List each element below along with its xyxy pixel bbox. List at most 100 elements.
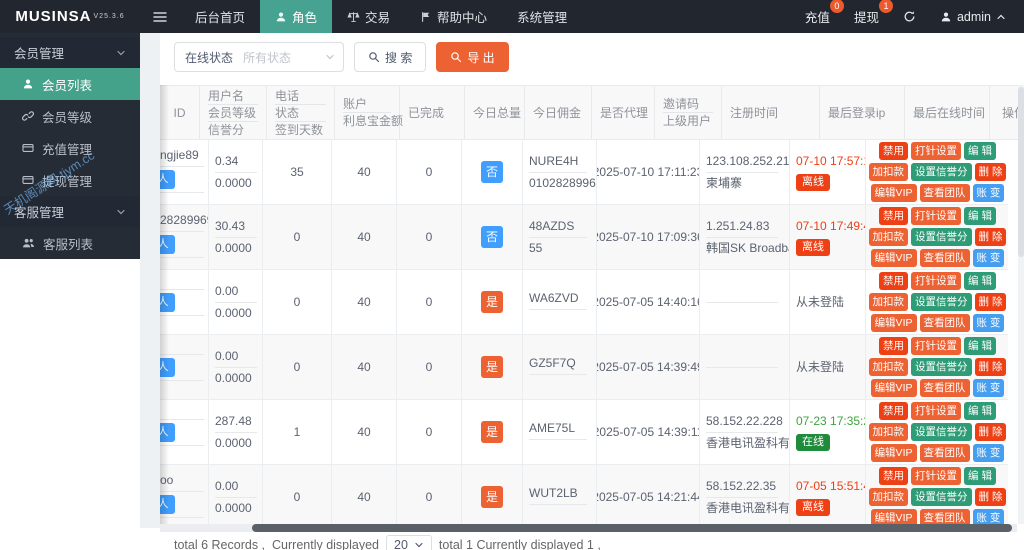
account-change-button[interactable]: 账 变 [972,184,1005,202]
sidebar-item-withdraw-management[interactable]: 提现管理 [0,164,140,196]
account-change-button[interactable]: 账 变 [972,379,1005,397]
member-level-badge: 人 [160,235,175,254]
edit-vip-button[interactable]: 编辑VIP [870,444,917,462]
table-row[interactable]: ngjie89 人 0.340.000035400否 NURE4H0102828996… [160,140,1008,205]
set-credit-score-button[interactable]: 设置信誉分 [911,293,972,311]
inject-settings-button[interactable]: 打针设置 [911,272,962,290]
logo-text: MUSINSA [15,8,92,25]
column-header-label: 会员等级 [208,105,258,122]
sidebar-item-member-level[interactable]: 会员等级 [0,100,140,132]
table-row[interactable]: 人0.000.00000400是GZ5F7Q2025-07-05 14:39:4… [160,335,1008,400]
withdraw-shortcut[interactable]: 提现 1 [853,0,893,26]
account-change-button[interactable]: 账 变 [972,249,1005,267]
admin-user-icon [940,11,952,23]
completed-cell: 40 [332,270,397,334]
disable-button[interactable]: 禁用 [879,402,909,420]
edit-button[interactable]: 编 辑 [964,402,996,420]
edit-vip-button[interactable]: 编辑VIP [870,314,917,332]
add-deduct-button[interactable]: 加扣款 [868,488,909,506]
nav-item-label: 角色 [292,11,318,25]
add-deduct-button[interactable]: 加扣款 [868,228,909,246]
column-header-label: 最后登录ip [828,105,886,120]
set-credit-score-button[interactable]: 设置信誉分 [911,423,972,441]
nav-item-dashboard[interactable]: 后台首页 [180,0,260,33]
column-header-label: 今日总量 [473,105,522,120]
user-icon [22,78,34,90]
username-tail: ngjie89 [160,148,199,162]
inject-settings-button[interactable]: 打针设置 [911,142,962,160]
search-button[interactable]: 搜 索 [354,42,427,72]
sidebar-item-service-list[interactable]: 客服列表 [0,227,140,259]
online-status-select[interactable]: 在线状态 所有状态 [174,42,344,72]
view-team-button[interactable]: 查看团队 [919,249,970,267]
page-size-select[interactable]: 20 [386,535,432,550]
delete-button[interactable]: 删 除 [974,228,1007,246]
vertical-scrollbar-thumb[interactable] [1018,87,1024,257]
horizontal-scrollbar-thumb[interactable] [252,524,1012,532]
inject-settings-button[interactable]: 打针设置 [911,337,962,355]
withdraw-label: 提现 [853,11,879,25]
admin-menu[interactable]: admin [940,10,1006,24]
edit-button[interactable]: 编 辑 [964,207,996,225]
register-time-cell: 2025-07-10 17:11:23 [597,140,700,204]
inject-settings-button[interactable]: 打针设置 [911,402,962,420]
nav-item-roles[interactable]: 角色 [260,0,333,33]
recharge-shortcut[interactable]: 充值 0 [805,0,844,26]
delete-button[interactable]: 删 除 [974,423,1007,441]
table-row[interactable]: oo人0.000.00000400是WUT2LB2025-07-05 14:21… [160,465,1008,530]
inject-settings-button[interactable]: 打针设置 [911,207,962,225]
sidebar-group-member-management[interactable]: 会员管理 [0,37,140,68]
menu-toggle-icon[interactable] [140,0,180,33]
completed-cell: 40 [332,335,397,399]
set-credit-score-button[interactable]: 设置信誉分 [911,228,972,246]
sidebar-item-member-list[interactable]: 会员列表 [0,68,140,100]
view-team-button[interactable]: 查看团队 [919,444,970,462]
table-row[interactable]: 28289969人30.430.00000400否48AZDS552025-07… [160,205,1008,270]
edit-vip-button[interactable]: 编辑VIP [870,184,917,202]
inject-settings-button[interactable]: 打针设置 [911,467,962,485]
disable-button[interactable]: 禁用 [879,142,909,160]
table-row[interactable]: 人 287.480.00001400是 AME75L2025-07-05 14:39… [160,400,1008,465]
add-deduct-button[interactable]: 加扣款 [868,293,909,311]
add-deduct-button[interactable]: 加扣款 [868,423,909,441]
vertical-scrollbar[interactable] [1018,85,1024,524]
add-deduct-button[interactable]: 加扣款 [868,358,909,376]
edit-vip-button[interactable]: 编辑VIP [870,379,917,397]
view-team-button[interactable]: 查看团队 [919,379,970,397]
disable-button[interactable]: 禁用 [879,272,909,290]
export-icon [450,51,462,63]
edit-vip-button[interactable]: 编辑VIP [870,249,917,267]
topbar-right: 充值 0 提现 1 admin [805,0,1024,33]
view-team-button[interactable]: 查看团队 [919,314,970,332]
sidebar-item-recharge-management[interactable]: 充值管理 [0,132,140,164]
last-online-time: 07-10 17:49:48 [796,218,865,233]
delete-button[interactable]: 删 除 [974,488,1007,506]
add-deduct-button[interactable]: 加扣款 [868,163,909,181]
horizontal-scrollbar[interactable] [160,524,1017,532]
nav-item-help-center[interactable]: 帮助中心 [405,0,502,33]
set-credit-score-button[interactable]: 设置信誉分 [911,163,972,181]
signin-days-cell: 0 [263,335,332,399]
edit-button[interactable]: 编 辑 [964,272,996,290]
edit-button[interactable]: 编 辑 [964,142,996,160]
column-header-label: 账户 [343,96,391,113]
sidebar-group-service-management[interactable]: 客服管理 [0,196,140,227]
view-team-button[interactable]: 查看团队 [919,184,970,202]
delete-button[interactable]: 删 除 [974,358,1007,376]
disable-button[interactable]: 禁用 [879,207,909,225]
set-credit-score-button[interactable]: 设置信誉分 [911,358,972,376]
refresh-icon[interactable] [903,10,916,23]
account-change-button[interactable]: 账 变 [972,444,1005,462]
export-button[interactable]: 导 出 [436,42,509,72]
disable-button[interactable]: 禁用 [879,467,909,485]
set-credit-score-button[interactable]: 设置信誉分 [911,488,972,506]
edit-button[interactable]: 编 辑 [964,337,996,355]
delete-button[interactable]: 删 除 [974,293,1007,311]
disable-button[interactable]: 禁用 [879,337,909,355]
table-row[interactable]: 人0.000.00000400是WA6ZVD2025-07-05 14:40:1… [160,270,1008,335]
edit-button[interactable]: 编 辑 [964,467,996,485]
account-change-button[interactable]: 账 变 [972,314,1005,332]
nav-item-system[interactable]: 系统管理 [502,0,582,33]
nav-item-trade[interactable]: 交易 [332,0,405,33]
delete-button[interactable]: 删 除 [974,163,1007,181]
